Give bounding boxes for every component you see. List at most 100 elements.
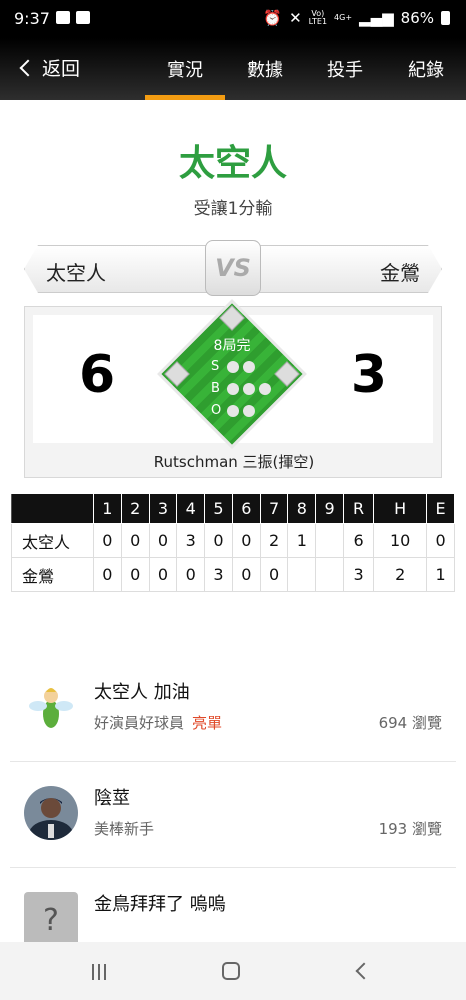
notification-icons [56,11,90,24]
checkbox-notification-icon [76,11,90,24]
score-cell: 3 [176,523,206,558]
strike-count: S [211,359,255,374]
tab-live[interactable]: 實況 [167,56,203,82]
post-author: 好演員好球員 [94,714,185,732]
header-cell [11,493,94,524]
clock: 9:37 [14,9,50,28]
away-score: 6 [79,345,116,405]
tab-stats[interactable]: 數據 [247,56,283,82]
header-cell: E [426,493,455,524]
header-cell: 1 [93,493,122,524]
network-indicator: Vo) LTE1 [308,9,328,26]
tab-pitchers[interactable]: 投手 [327,56,363,82]
chevron-left-icon [19,59,37,76]
post-tag: 亮單 [192,714,223,732]
matchup-banner: 太空人 金鶯 VS [24,240,442,296]
top-navigation: 返回 實況 數據 投手 紀錄 [0,38,466,100]
unknown-avatar: ? [24,892,78,946]
header-cell: H [373,493,428,524]
score-cell [287,557,317,592]
header-cell: 7 [259,493,289,524]
recent-apps-button[interactable] [92,964,106,980]
system-navigation-bar [0,942,466,1000]
inning-status: 8局完 [213,338,251,354]
back-label: 返回 [42,58,81,80]
system-status-icons: ⏰ ✕ Vo) LTE1 4G+ ▂▄▆ 86% [263,9,450,27]
headline-team: 太空人 [178,143,287,184]
vs-badge: VS [205,240,261,296]
score-cell: 2 [259,523,289,558]
post-title: 金鳥拜拜了 嗚嗚 [94,894,226,915]
header-cell: R [343,493,375,524]
svg-text:?: ? [43,903,59,938]
linescore-table: 1 2 3 4 5 6 7 8 9 R H E 太空人 0 0 0 3 0 0 … [11,493,455,592]
score-cell: 3 [343,557,375,592]
ball-dot [243,382,255,395]
score-cell: 0 [93,523,122,558]
header-cell: 3 [148,493,178,524]
post-views: 694 瀏覽 [378,714,442,732]
team-cell: 金鶯 [11,557,94,592]
strike-dot [243,360,255,373]
table-row: 金鶯 0 0 0 0 3 0 0 3 2 1 [11,557,455,592]
ball-label: B [211,381,220,396]
score-cell: 1 [287,523,317,558]
away-team-name: 太空人 [46,261,106,285]
post-meta: 好演員好球員 亮單 [94,712,222,733]
system-back-button[interactable] [355,962,373,980]
score-cell: 0 [148,557,178,592]
score-cell: 0 [148,523,178,558]
out-dot [243,404,255,417]
strike-dot [227,360,239,373]
header-cell: 6 [231,493,261,524]
list-item[interactable]: 太空人 加油 好演員好球員 亮單 694 瀏覽 [10,656,456,762]
score-cell [315,557,345,592]
score-cell: 0 [426,523,455,558]
score-cell: 6 [343,523,375,558]
signal-icon: ▂▄▆ [359,9,394,27]
baseball-diamond: 8局完 S B O [157,299,307,449]
status-bar: 9:37 ⏰ ✕ Vo) LTE1 4G+ ▂▄▆ 86% [0,0,466,38]
home-score: 3 [350,345,387,405]
score-cell [315,523,345,558]
team-cell: 太空人 [11,523,94,558]
post-author: 美棒新手 [94,820,155,838]
network-type-indicator: 4G+ [334,13,353,22]
header-cell: 4 [176,493,206,524]
post-title: 太空人 加油 [94,682,190,703]
last-play: Rutschman 三振(揮空) [153,453,315,471]
ball-count: B [211,381,271,396]
tab-records[interactable]: 紀錄 [408,56,444,82]
battery-percentage: 86% [400,9,434,27]
fairy-avatar [24,680,78,734]
header-cell: 5 [204,493,233,524]
out-dot [227,404,239,417]
score-cell: 0 [93,557,122,592]
score-cell: 2 [373,557,428,592]
ball-dot [259,382,271,395]
score-cell: 3 [204,557,233,592]
home-button[interactable] [222,962,240,980]
score-cell: 0 [120,523,150,558]
player-avatar [24,786,78,840]
scoreboard: 6 3 8局完 S B O Rutschman 三振(揮空) [24,299,442,478]
battery-icon [441,11,450,25]
out-count: O [211,403,255,418]
post-views: 193 瀏覽 [378,820,442,838]
header-cell: 9 [315,493,345,524]
score-cell: 0 [204,523,233,558]
table-row: 太空人 0 0 0 3 0 0 2 1 6 10 0 [11,523,455,558]
back-button[interactable]: 返回 [19,54,81,81]
header-cell: 2 [120,493,150,524]
strike-label: S [211,359,220,374]
mute-icon: ✕ [289,9,302,27]
active-tab-indicator [145,95,225,100]
score-cell: 0 [120,557,150,592]
email-notification-icon [56,11,70,24]
linescore-header: 1 2 3 4 5 6 7 8 9 R H E [11,493,455,524]
post-title: 陰莖 [94,788,130,809]
alarm-icon: ⏰ [263,9,283,27]
list-item[interactable]: 陰莖 美棒新手 193 瀏覽 [10,762,456,868]
post-meta: 美棒新手 [94,818,154,839]
score-cell: 1 [426,557,455,592]
